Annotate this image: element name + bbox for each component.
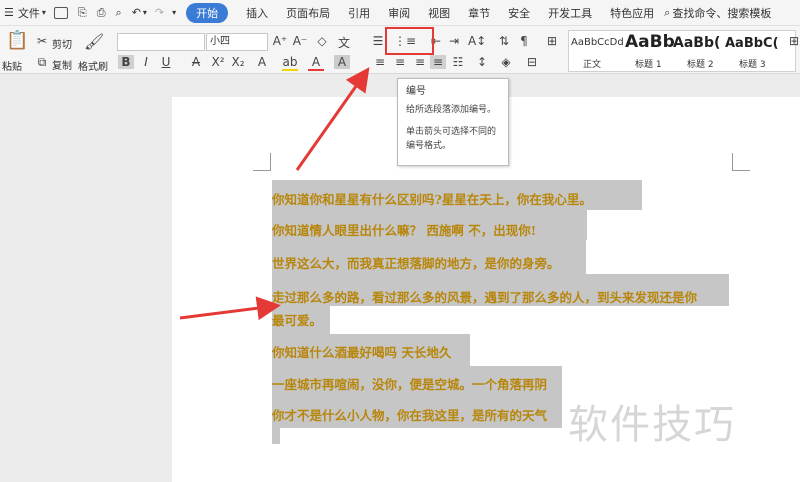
watermark: 软件技巧 <box>568 402 736 448</box>
arrow-to-selection <box>179 296 281 321</box>
arrow-to-numbering <box>295 67 370 171</box>
